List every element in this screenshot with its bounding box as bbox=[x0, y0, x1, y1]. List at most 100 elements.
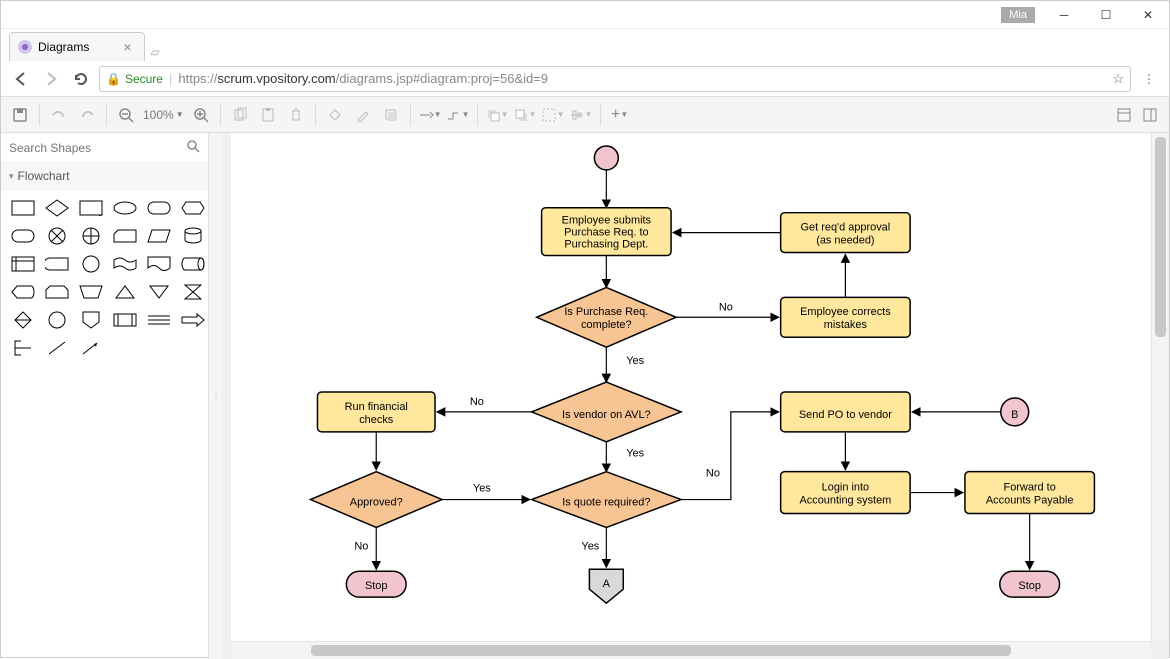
shape-terminator2[interactable] bbox=[9, 226, 37, 246]
align-button[interactable]: ▼ bbox=[568, 102, 594, 128]
shape-tape[interactable] bbox=[111, 254, 139, 274]
group-button[interactable]: ▼ bbox=[540, 102, 566, 128]
arrow-left-icon bbox=[13, 71, 29, 87]
line-color-button[interactable] bbox=[350, 102, 376, 128]
shape-arrow[interactable] bbox=[179, 310, 207, 330]
connection-button[interactable]: ▼ bbox=[417, 102, 443, 128]
shape-preparation[interactable] bbox=[179, 198, 207, 218]
new-tab-button[interactable]: ▱ bbox=[151, 45, 171, 61]
shape-stored-data[interactable] bbox=[43, 254, 71, 274]
shape-sort[interactable] bbox=[9, 310, 37, 330]
forward-button[interactable] bbox=[39, 67, 63, 91]
reload-button[interactable] bbox=[69, 67, 93, 91]
shape-offpage[interactable] bbox=[77, 310, 105, 330]
paste-button[interactable] bbox=[255, 102, 281, 128]
shape-direct-data[interactable] bbox=[179, 254, 207, 274]
vertical-scrollbar[interactable] bbox=[1151, 133, 1169, 641]
shape-start[interactable] bbox=[111, 198, 139, 218]
shape-manual-op[interactable] bbox=[77, 282, 105, 302]
shape-sum[interactable] bbox=[77, 226, 105, 246]
svg-text:Yes: Yes bbox=[626, 448, 644, 460]
shape-process[interactable] bbox=[9, 198, 37, 218]
svg-text:No: No bbox=[354, 540, 368, 552]
shape-sequential[interactable] bbox=[43, 310, 71, 330]
svg-text:mistakes: mistakes bbox=[824, 319, 868, 331]
save-icon bbox=[12, 107, 28, 123]
flowchart-panel-header[interactable]: Flowchart bbox=[1, 163, 208, 190]
undo-button[interactable] bbox=[46, 102, 72, 128]
app-toolbar: 100% ▼ ▼ ▼ ▼ ▼ ▼ ▼ +▼ bbox=[1, 97, 1169, 133]
shape-card[interactable] bbox=[111, 226, 139, 246]
reload-icon bbox=[73, 71, 89, 87]
window-titlebar: Mia ─ ☐ ✕ bbox=[1, 1, 1169, 29]
shape-loop-limit[interactable] bbox=[43, 282, 71, 302]
svg-text:No: No bbox=[706, 468, 720, 480]
diagram-canvas[interactable]: Employee submits Purchase Req. to Purcha… bbox=[231, 133, 1151, 641]
pencil-icon bbox=[355, 107, 371, 123]
outline-icon bbox=[1142, 107, 1158, 123]
browser-menu-button[interactable]: ⋮ bbox=[1137, 72, 1161, 86]
node-start[interactable] bbox=[594, 146, 618, 170]
window-maximize-button[interactable]: ☐ bbox=[1085, 1, 1127, 29]
shape-collate[interactable] bbox=[179, 282, 207, 302]
copy-icon bbox=[232, 107, 248, 123]
shape-subprocess[interactable] bbox=[77, 198, 105, 218]
zoom-level[interactable]: 100% ▼ bbox=[141, 108, 186, 122]
svg-text:No: No bbox=[470, 396, 484, 408]
shadow-button[interactable] bbox=[378, 102, 404, 128]
address-bar[interactable]: 🔒 Secure | https://scrum.vpository.com/d… bbox=[99, 66, 1131, 92]
shape-data[interactable] bbox=[145, 226, 173, 246]
shape-predefined[interactable] bbox=[111, 310, 139, 330]
search-shapes-input[interactable] bbox=[9, 141, 186, 155]
shape-internal-storage[interactable] bbox=[9, 254, 37, 274]
shape-line[interactable] bbox=[43, 338, 71, 358]
format-panel-button[interactable] bbox=[1111, 102, 1137, 128]
browser-nav-row: 🔒 Secure | https://scrum.vpository.com/d… bbox=[1, 61, 1169, 97]
copy-button[interactable] bbox=[227, 102, 253, 128]
bookmark-star-icon[interactable]: ☆ bbox=[1112, 71, 1124, 87]
shape-database[interactable] bbox=[179, 226, 207, 246]
trash-icon bbox=[288, 107, 304, 123]
svg-text:Approved?: Approved? bbox=[350, 496, 403, 508]
outline-panel-button[interactable] bbox=[1137, 102, 1163, 128]
fill-color-button[interactable] bbox=[322, 102, 348, 128]
shape-merge[interactable] bbox=[145, 282, 173, 302]
svg-text:Send PO to vendor: Send PO to vendor bbox=[799, 409, 892, 421]
zoom-in-button[interactable] bbox=[188, 102, 214, 128]
to-back-button[interactable]: ▼ bbox=[512, 102, 538, 128]
to-front-button[interactable]: ▼ bbox=[484, 102, 510, 128]
shape-extract[interactable] bbox=[111, 282, 139, 302]
back-button[interactable] bbox=[9, 67, 33, 91]
shape-or[interactable] bbox=[43, 226, 71, 246]
shape-parallel[interactable] bbox=[145, 310, 173, 330]
svg-text:Employee submits: Employee submits bbox=[562, 215, 652, 227]
align-icon bbox=[569, 107, 585, 123]
insert-button[interactable]: +▼ bbox=[607, 102, 633, 128]
search-icon[interactable] bbox=[186, 139, 200, 156]
save-button[interactable] bbox=[7, 102, 33, 128]
shape-annotation[interactable] bbox=[9, 338, 37, 358]
svg-text:Purchase Req. to: Purchase Req. to bbox=[564, 226, 649, 238]
shape-arrow-line[interactable] bbox=[77, 338, 105, 358]
window-minimize-button[interactable]: ─ bbox=[1043, 1, 1085, 29]
tab-close-icon[interactable]: × bbox=[123, 39, 131, 55]
shape-document[interactable] bbox=[145, 254, 173, 274]
undo-icon bbox=[51, 107, 67, 123]
waypoint-icon bbox=[446, 109, 462, 121]
svg-text:Employee corrects: Employee corrects bbox=[800, 306, 891, 318]
shape-display[interactable] bbox=[9, 282, 37, 302]
waypoints-button[interactable]: ▼ bbox=[445, 102, 471, 128]
shape-decision[interactable] bbox=[43, 198, 71, 218]
tab-title: Diagrams bbox=[38, 40, 89, 54]
redo-button[interactable] bbox=[74, 102, 100, 128]
horizontal-scrollbar[interactable] bbox=[231, 641, 1151, 659]
shape-connector[interactable] bbox=[77, 254, 105, 274]
svg-text:Yes: Yes bbox=[626, 355, 644, 367]
window-close-button[interactable]: ✕ bbox=[1127, 1, 1169, 29]
zoom-out-button[interactable] bbox=[113, 102, 139, 128]
sidebar-splitter[interactable]: ⋮ bbox=[209, 133, 221, 659]
shape-terminator[interactable] bbox=[145, 198, 173, 218]
delete-button[interactable] bbox=[283, 102, 309, 128]
browser-tab[interactable]: Diagrams × bbox=[9, 32, 145, 61]
svg-text:Accounts Payable: Accounts Payable bbox=[986, 494, 1074, 506]
